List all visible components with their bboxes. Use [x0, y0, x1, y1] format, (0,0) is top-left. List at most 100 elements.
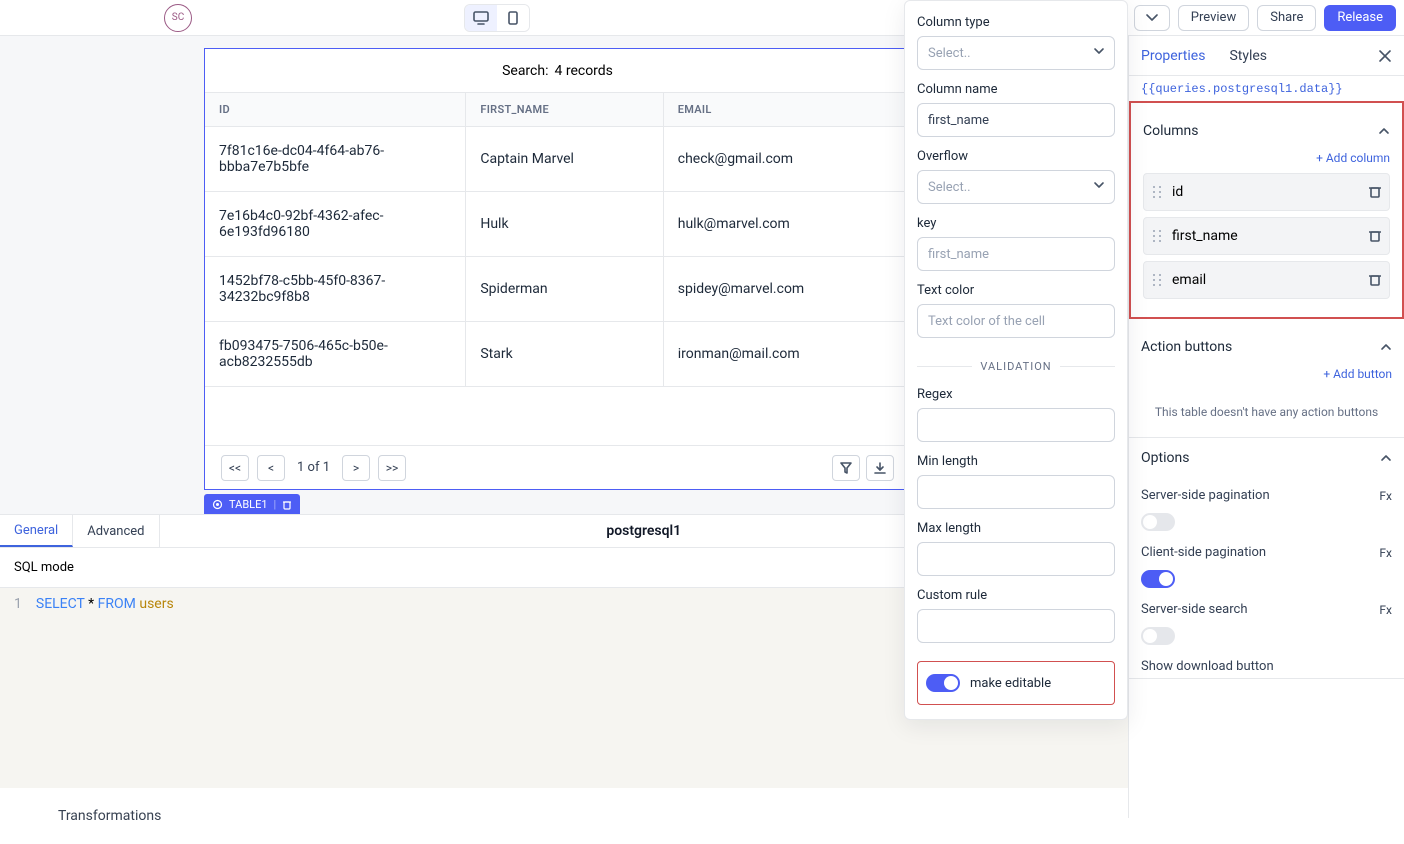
columns-section-label: Columns	[1143, 123, 1198, 139]
tab-general[interactable]: General	[0, 515, 73, 547]
custom-rule-input[interactable]	[917, 609, 1115, 643]
cell[interactable]: spidey@marvel.com	[663, 257, 910, 322]
column-item-label: first_name	[1172, 228, 1238, 244]
regex-input[interactable]	[917, 408, 1115, 442]
cell[interactable]: Stark	[466, 322, 663, 387]
code-token: SELECT	[36, 596, 85, 612]
mobile-icon	[508, 11, 518, 25]
drag-handle-icon[interactable]	[1152, 273, 1162, 287]
column-item[interactable]: id	[1143, 173, 1390, 211]
table-row[interactable]: 7e16b4c0-92bf-4362-afec-6e193fd96180Hulk…	[205, 192, 910, 257]
desktop-device-button[interactable]	[465, 5, 497, 31]
trash-icon[interactable]	[282, 499, 292, 510]
widget-tag-label: TABLE1	[229, 498, 268, 511]
chevron-up-icon[interactable]	[1380, 452, 1392, 464]
mobile-device-button[interactable]	[497, 5, 529, 31]
make-editable-toggle[interactable]	[926, 674, 960, 692]
col-header[interactable]: ID	[205, 93, 466, 127]
cell[interactable]: check@gmail.com	[663, 127, 910, 192]
server-search-toggle[interactable]	[1141, 627, 1175, 645]
filter-button[interactable]	[832, 455, 860, 481]
trash-icon[interactable]	[1369, 273, 1381, 287]
gear-icon	[212, 499, 223, 510]
share-button[interactable]: Share	[1257, 5, 1316, 31]
action-buttons-empty: This table doesn't have any action butto…	[1129, 389, 1404, 437]
key-input[interactable]	[917, 237, 1115, 271]
add-button-link[interactable]: + Add button	[1129, 367, 1404, 381]
chevron-up-icon[interactable]	[1378, 125, 1390, 137]
code-token: *	[88, 596, 94, 612]
fx-button[interactable]: Fx	[1379, 603, 1392, 617]
cell[interactable]: 7f81c16e-dc04-4f64-ab76-bbba7e7b5bfe	[205, 127, 466, 192]
preview-button[interactable]: Preview	[1178, 5, 1249, 31]
user-avatar[interactable]: SC	[164, 4, 192, 32]
table-row[interactable]: 1452bf78-c5bb-45f0-8367-34232bc9f8b8Spid…	[205, 257, 910, 322]
data-table: ID FIRST_NAME EMAIL 7f81c16e-dc04-4f64-a…	[205, 93, 910, 387]
query-name[interactable]: postgresql1	[606, 515, 681, 547]
table-widget[interactable]: Search: 4 records ID FIRST_NAME EMAIL 7f…	[204, 48, 911, 490]
option-label: Server-side search	[1141, 602, 1247, 617]
chevron-up-icon[interactable]	[1380, 341, 1392, 353]
page-first-button[interactable]: <<	[221, 455, 249, 481]
col-header[interactable]: EMAIL	[663, 93, 910, 127]
cell[interactable]: 1452bf78-c5bb-45f0-8367-34232bc9f8b8	[205, 257, 466, 322]
widget-tag[interactable]: TABLE1 |	[204, 494, 300, 514]
option-label: Server-side pagination	[1141, 488, 1270, 503]
record-count: 4 records	[554, 63, 612, 79]
column-item[interactable]: first_name	[1143, 217, 1390, 255]
cell[interactable]: Captain Marvel	[466, 127, 663, 192]
column-item-label: email	[1172, 272, 1206, 288]
cell[interactable]: 7e16b4c0-92bf-4362-afec-6e193fd96180	[205, 192, 466, 257]
server-pagination-toggle[interactable]	[1141, 513, 1175, 531]
drag-handle-icon[interactable]	[1152, 185, 1162, 199]
overflow-select[interactable]	[917, 170, 1115, 204]
download-button[interactable]	[866, 455, 894, 481]
text-color-label: Text color	[917, 283, 1115, 298]
fx-button[interactable]: Fx	[1379, 489, 1392, 503]
close-inspector-button[interactable]	[1378, 49, 1392, 63]
page-last-button[interactable]: >>	[378, 455, 406, 481]
fx-button[interactable]: Fx	[1379, 546, 1392, 560]
filter-icon	[840, 462, 852, 474]
min-length-label: Min length	[917, 454, 1115, 469]
text-color-input[interactable]	[917, 304, 1115, 338]
transformations-section[interactable]: Transformations	[0, 788, 1128, 844]
data-binding-expression[interactable]: {{queries.postgresql1.data}}	[1129, 76, 1404, 103]
column-name-label: Column name	[917, 82, 1115, 97]
option-label: Show download button	[1141, 659, 1274, 674]
cell[interactable]: hulk@marvel.com	[663, 192, 910, 257]
client-pagination-toggle[interactable]	[1141, 570, 1175, 588]
env-dropdown[interactable]	[1134, 5, 1170, 31]
min-length-input[interactable]	[917, 475, 1115, 509]
table-row[interactable]: 7f81c16e-dc04-4f64-ab76-bbba7e7b5bfeCapt…	[205, 127, 910, 192]
col-header[interactable]: FIRST_NAME	[466, 93, 663, 127]
trash-icon[interactable]	[1369, 185, 1381, 199]
key-label: key	[917, 216, 1115, 231]
make-editable-label: make editable	[970, 676, 1051, 691]
column-item-label: id	[1172, 184, 1183, 200]
line-number: 1	[14, 596, 22, 612]
drag-handle-icon[interactable]	[1152, 229, 1162, 243]
cell[interactable]: Spiderman	[466, 257, 663, 322]
cell[interactable]: fb093475-7506-465c-b50e-acb8232555db	[205, 322, 466, 387]
add-column-link[interactable]: + Add column	[1143, 151, 1390, 165]
table-row[interactable]: fb093475-7506-465c-b50e-acb8232555dbStar…	[205, 322, 910, 387]
tab-properties[interactable]: Properties	[1141, 48, 1205, 64]
page-next-button[interactable]: >	[342, 455, 370, 481]
column-name-input[interactable]	[917, 103, 1115, 137]
tab-advanced[interactable]: Advanced	[73, 515, 159, 547]
page-prev-button[interactable]: <	[257, 455, 285, 481]
trash-icon[interactable]	[1369, 229, 1381, 243]
cell[interactable]: Hulk	[466, 192, 663, 257]
download-icon	[874, 462, 886, 474]
close-icon	[1378, 49, 1392, 63]
cell[interactable]: ironman@mail.com	[663, 322, 910, 387]
max-length-label: Max length	[917, 521, 1115, 536]
regex-label: Regex	[917, 387, 1115, 402]
max-length-input[interactable]	[917, 542, 1115, 576]
column-type-select[interactable]	[917, 36, 1115, 70]
custom-rule-label: Custom rule	[917, 588, 1115, 603]
tab-styles[interactable]: Styles	[1229, 48, 1267, 64]
column-item[interactable]: email	[1143, 261, 1390, 299]
release-button[interactable]: Release	[1324, 5, 1396, 31]
